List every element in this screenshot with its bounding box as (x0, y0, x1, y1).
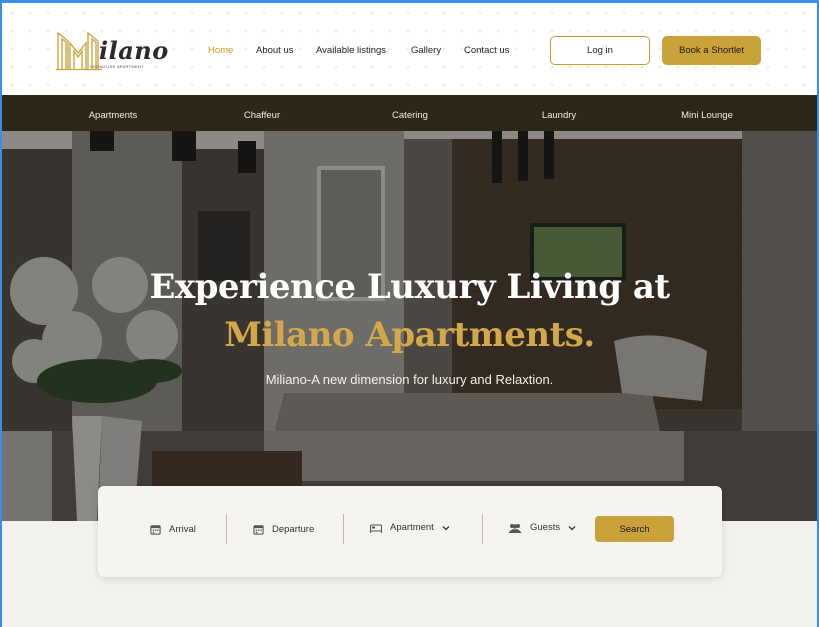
guests-label: Guests (530, 522, 561, 533)
guests-select[interactable]: Guests (508, 522, 576, 533)
divider (482, 514, 483, 544)
service-catering[interactable]: Catering (392, 110, 428, 121)
brand-wordmark: ilano (99, 36, 169, 65)
nav-contact[interactable]: Contact us (464, 45, 509, 56)
booking-search-bar: Arrival Departure Apartment Guests Searc… (98, 486, 722, 577)
nav-home[interactable]: Home (208, 45, 233, 56)
service-apartments[interactable]: Apartments (89, 110, 138, 121)
divider (343, 514, 344, 544)
login-button[interactable]: Log in (550, 36, 650, 65)
calendar-icon (253, 525, 264, 535)
search-button[interactable]: Search (595, 516, 674, 542)
site-header: ilano SIGNATURE APARTMENT Home About us … (2, 0, 817, 95)
divider (226, 514, 227, 544)
apartment-label: Apartment (390, 522, 434, 533)
chevron-down-icon (568, 525, 576, 530)
nav-listings[interactable]: Available listings (316, 45, 386, 56)
arrival-label: Arrival (169, 524, 196, 535)
hero-section: Experience Luxury Living at Milano Apart… (2, 131, 817, 521)
hero-title: Experience Luxury Living at (149, 267, 670, 307)
nav-gallery[interactable]: Gallery (411, 45, 441, 56)
departure-label: Departure (272, 524, 315, 535)
hero-subtitle: Miliano-A new dimension for luxury and R… (265, 372, 554, 387)
services-bar: Apartments Chaffeur Catering Laundry Min… (2, 95, 817, 131)
apartment-select[interactable]: Apartment (370, 522, 450, 533)
departure-field[interactable]: Departure (253, 524, 314, 535)
bed-icon (370, 523, 382, 533)
chevron-down-icon (442, 525, 450, 530)
service-mini-lounge[interactable]: Mini Lounge (681, 110, 733, 121)
book-shortlet-button[interactable]: Book a Shortlet (662, 36, 761, 65)
service-laundry[interactable]: Laundry (542, 110, 576, 121)
arrival-field[interactable]: Arrival (150, 524, 196, 535)
nav-about[interactable]: About us (256, 45, 294, 56)
users-icon (508, 523, 522, 533)
hero-title-highlight: Milano Apartments. (224, 315, 595, 355)
calendar-icon (150, 525, 161, 535)
brand-tagline: SIGNATURE APARTMENT (90, 64, 144, 69)
service-chaffeur[interactable]: Chaffeur (244, 110, 280, 121)
